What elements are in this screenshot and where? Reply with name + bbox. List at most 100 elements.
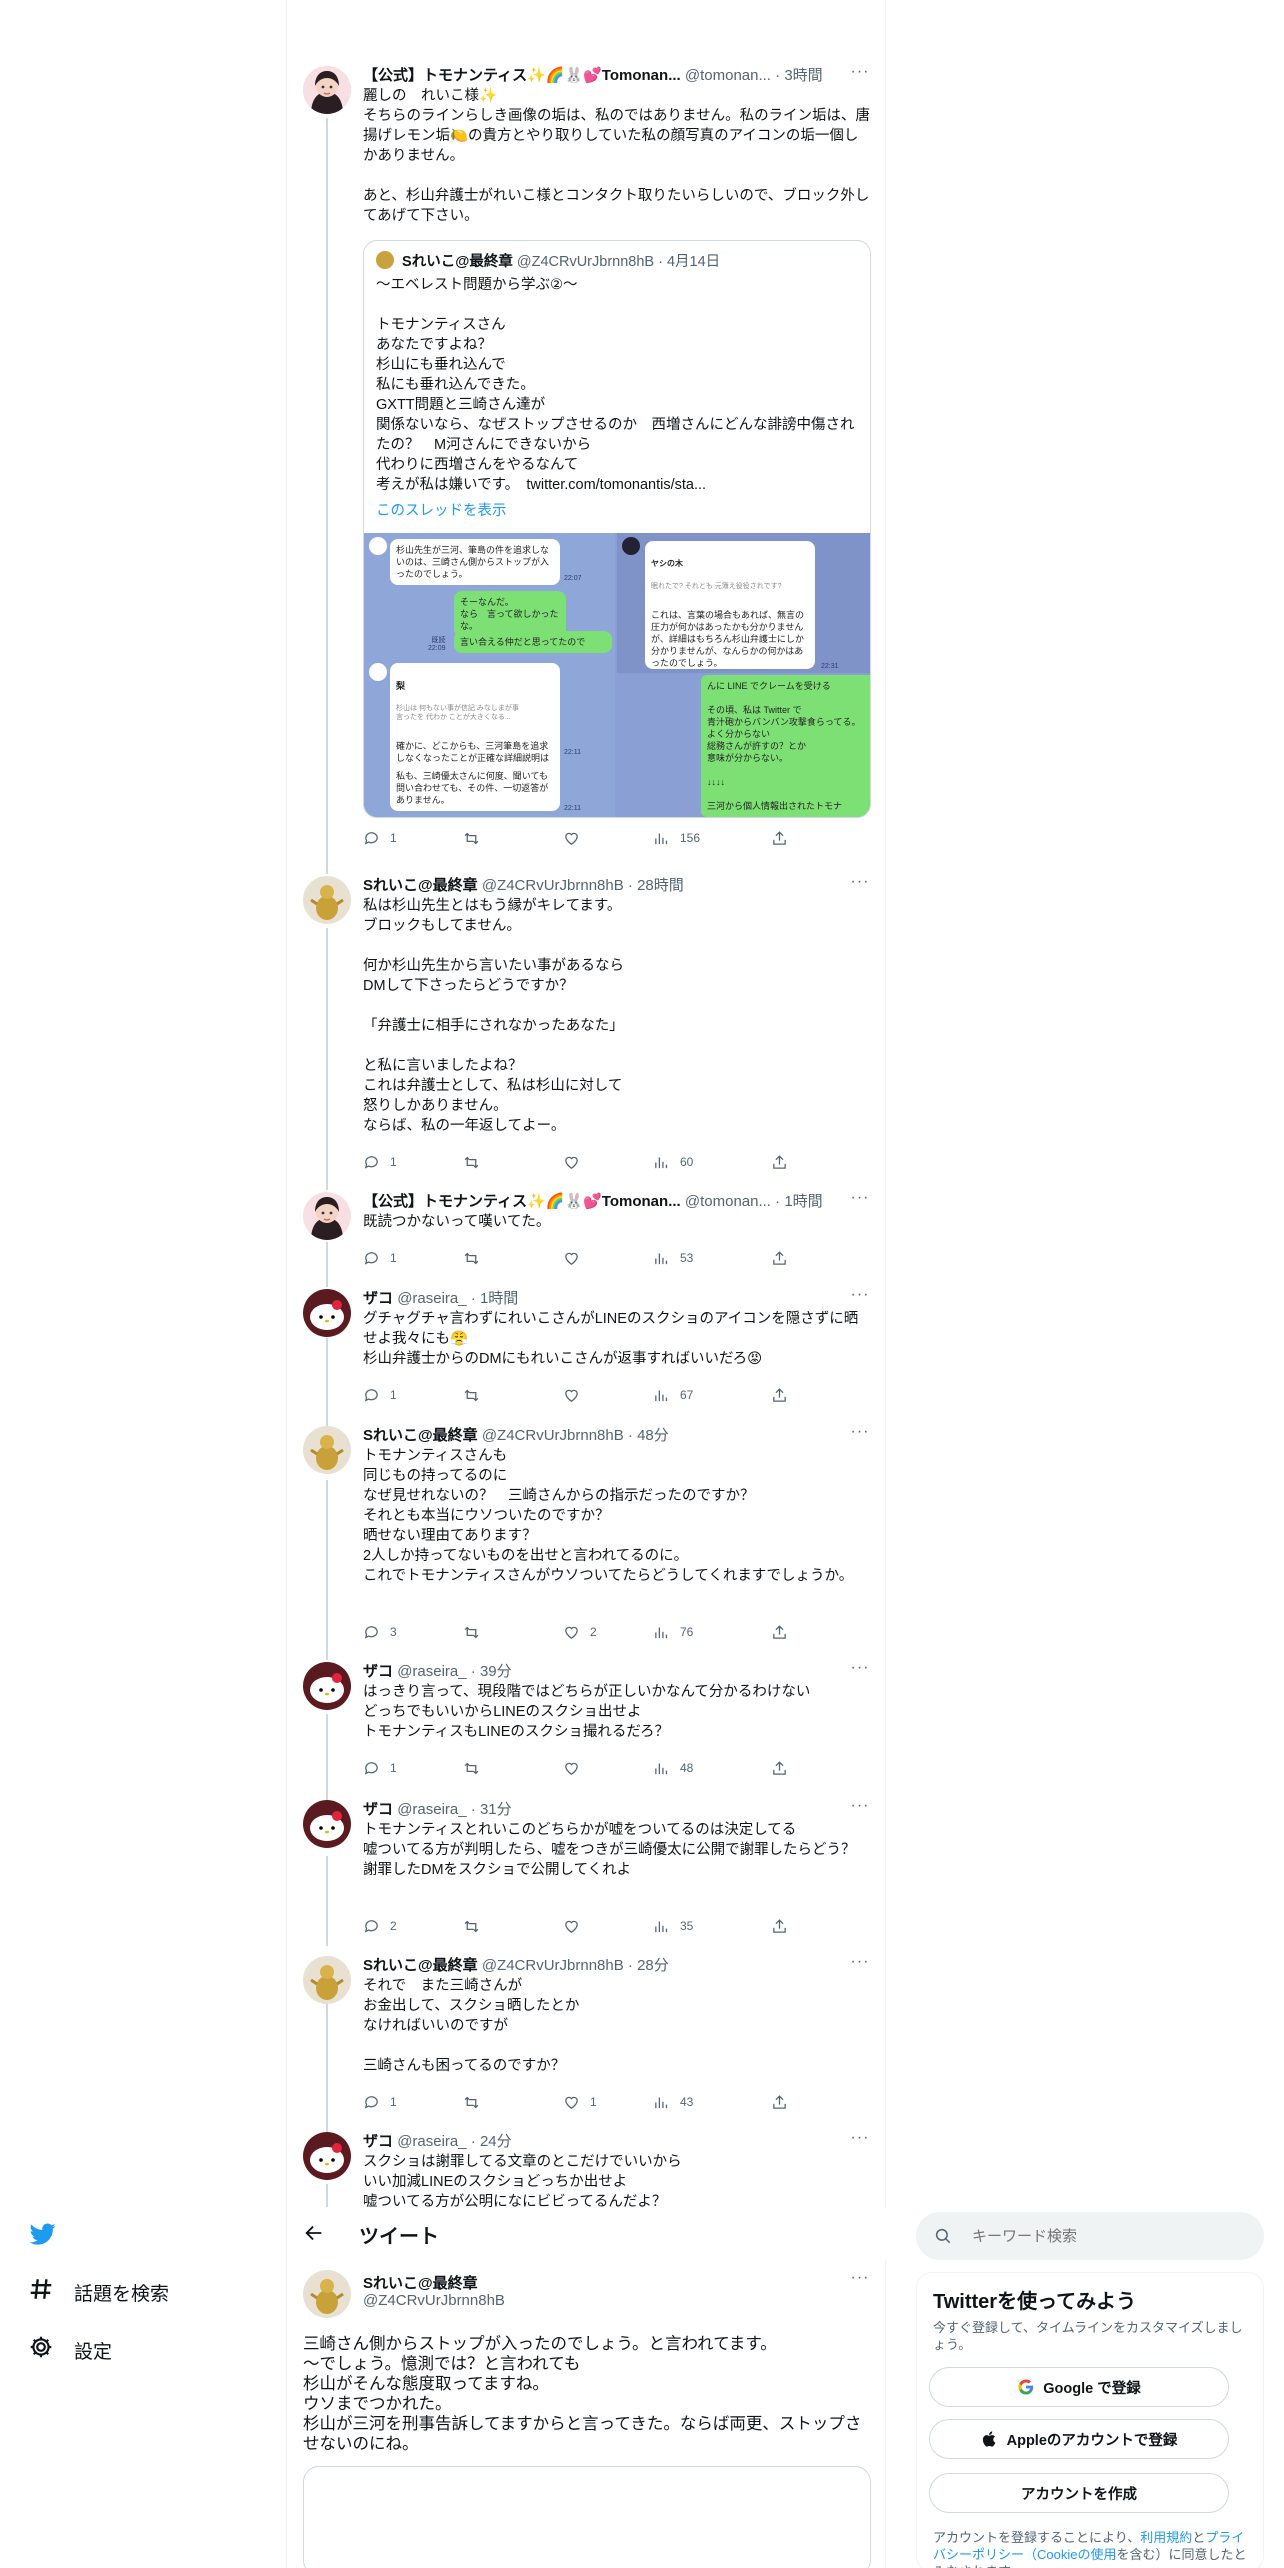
avatar[interactable] [303,1956,351,2004]
reply-button[interactable]: 1 [363,1152,397,1172]
timestamp[interactable]: · 24分 [471,2133,512,2150]
handle[interactable]: @tomonan... [685,67,771,84]
like-button[interactable] [563,1152,590,1172]
tweet[interactable]: ザコ @raseira_ · 24分 ··· スクショは謝罪してる文章のとこだけ… [303,2130,871,2207]
display-name[interactable]: ザコ [363,1801,393,1818]
handle[interactable]: @raseira_ [397,1663,466,1680]
like-button[interactable] [563,1758,590,1778]
display-name[interactable]: 【公式】トモナンティス✨🌈🐰💕Tomonan... [363,67,681,84]
reply-button[interactable]: 3 [363,1622,397,1642]
apple-signup-button[interactable]: Appleのアカウントで登録 [929,2419,1229,2459]
like-button[interactable]: 2 [563,1622,597,1642]
twitter-bird-icon[interactable] [28,2221,58,2247]
reply-button[interactable]: 1 [363,828,397,848]
display-name[interactable]: Sれいこ@最終章 [363,1427,478,1444]
display-name[interactable]: 【公式】トモナンティス✨🌈🐰💕Tomonan... [363,1193,681,1210]
handle[interactable]: @raseira_ [397,1801,466,1818]
display-name[interactable]: ザコ [363,2133,393,2150]
main-tweet[interactable]: Sれいこ@最終章 @Z4CRvUrJbrnn8hB ··· 三崎さん側からストッ… [303,2270,871,2568]
show-thread-link[interactable]: このスレッドを表示 [376,499,507,520]
nav-explore[interactable]: 話題を検索 [28,2277,169,2307]
handle[interactable]: @tomonan... [685,1193,771,1210]
search-box[interactable] [916,2212,1264,2260]
quote-tweet[interactable]: Sれいこ@最終章 @Z4CRvUrJbrnn8hB · 4月14日 〜エベレスト… [363,240,871,818]
google-signup-button[interactable]: Google で登録 [929,2367,1229,2407]
retweet-button[interactable] [463,1385,490,1405]
timestamp[interactable]: · 28時間 [628,877,684,894]
tweet[interactable]: ザコ @raseira_ · 39分 ··· はっきり言って、現段階ではどちらが… [303,1660,871,1790]
avatar[interactable] [303,2270,351,2318]
more-icon[interactable]: ··· [849,1424,871,1444]
more-icon[interactable]: ··· [849,1287,871,1307]
handle[interactable]: @raseira_ [397,1290,466,1307]
display-name[interactable]: Sれいこ@最終章 [363,877,478,894]
retweet-button[interactable] [463,828,490,848]
more-icon[interactable]: ··· [849,1954,871,1974]
search-input[interactable] [972,2224,1242,2248]
timestamp[interactable]: · 31分 [471,1801,512,1818]
display-name[interactable]: ザコ [363,1663,393,1680]
line-screenshot[interactable]: んに LINE でクレームを受ける その頃、私は Twitter で 青汁砲から… [617,675,870,817]
handle[interactable]: @Z4CRvUrJbrnn8hB [482,877,624,894]
more-icon[interactable]: ··· [849,874,871,894]
terms-link[interactable]: 利用規約 [1140,2530,1192,2545]
avatar[interactable] [303,1289,351,1337]
display-name[interactable]: Sれいこ@最終章 [363,2272,478,2293]
create-account-button[interactable]: アカウントを作成 [929,2473,1229,2513]
reply-button[interactable]: 1 [363,1385,397,1405]
avatar[interactable] [303,1192,351,1240]
retweet-button[interactable] [463,1916,490,1936]
like-button[interactable] [563,828,590,848]
more-icon[interactable]: ··· [849,2130,871,2150]
tweet[interactable]: ザコ @raseira_ · 1時間 ··· グチャグチャ言わずにれいこさんがL… [303,1287,871,1417]
retweet-button[interactable] [463,2092,490,2112]
avatar[interactable] [303,1800,351,1848]
handle[interactable]: @raseira_ [397,2133,466,2150]
views-button[interactable]: 53 [653,1248,693,1268]
quote-images[interactable]: 杉山先生が三河、筆島の件を追求しないのは、三崎さん側からストップが入ったのでしょ… [364,533,870,817]
display-name[interactable]: ザコ [363,1290,393,1307]
share-button[interactable] [771,1152,788,1172]
tweet[interactable]: Sれいこ@最終章 @Z4CRvUrJbrnn8hB · 48分 ··· トモナン… [303,1424,871,1650]
share-button[interactable] [771,1916,788,1936]
timestamp[interactable]: · 1時間 [775,1193,823,1210]
avatar[interactable] [303,876,351,924]
share-button[interactable] [771,1248,788,1268]
avatar[interactable] [303,66,351,114]
like-button[interactable]: 1 [563,2092,597,2112]
like-button[interactable] [563,1385,590,1405]
timestamp[interactable]: · 3時間 [775,67,823,84]
media-card[interactable] [303,2466,871,2568]
tweet[interactable]: 【公式】トモナンティス✨🌈🐰💕Tomonan... @tomonan... · … [303,1190,871,1280]
views-button[interactable]: 67 [653,1385,693,1405]
timestamp[interactable]: · 39分 [471,1663,512,1680]
share-button[interactable] [771,828,788,848]
views-button[interactable]: 43 [653,2092,693,2112]
handle[interactable]: @Z4CRvUrJbrnn8hB [482,1427,624,1444]
nav-settings[interactable]: 設定 [28,2335,112,2365]
tweet[interactable]: 【公式】トモナンティス✨🌈🐰💕Tomonan... @tomonan... · … [303,64,871,856]
reply-button[interactable]: 1 [363,2092,397,2112]
handle[interactable]: @Z4CRvUrJbrnn8hB [482,1957,624,1974]
line-screenshot[interactable]: ヤシの木 眠れたで? それとも 元簿え役役されです? これは、言葉の場合もあれば… [617,533,870,673]
timestamp[interactable]: · 48分 [628,1427,669,1444]
tweet[interactable]: Sれいこ@最終章 @Z4CRvUrJbrnn8hB · 28時間 ··· 私は杉… [303,874,871,1182]
handle[interactable]: @Z4CRvUrJbrnn8hB [363,2292,505,2309]
share-button[interactable] [771,1385,788,1405]
share-button[interactable] [771,1622,788,1642]
timestamp[interactable]: · 28分 [628,1957,669,1974]
share-button[interactable] [771,2092,788,2112]
retweet-button[interactable] [463,1758,490,1778]
views-button[interactable]: 156 [653,828,700,848]
line-screenshot[interactable]: 杉山先生が三河、筆島の件を追求しないのは、三崎さん側からストップが入ったのでしょ… [364,533,615,817]
avatar[interactable] [303,2132,351,2180]
display-name[interactable]: Sれいこ@最終章 [363,1957,478,1974]
back-arrow-icon[interactable] [303,2222,325,2244]
like-button[interactable] [563,1916,590,1936]
retweet-button[interactable] [463,1248,490,1268]
views-button[interactable]: 60 [653,1152,693,1172]
timestamp[interactable]: · 1時間 [471,1290,519,1307]
avatar[interactable] [303,1426,351,1474]
more-icon[interactable]: ··· [849,2270,871,2290]
views-button[interactable]: 48 [653,1758,693,1778]
